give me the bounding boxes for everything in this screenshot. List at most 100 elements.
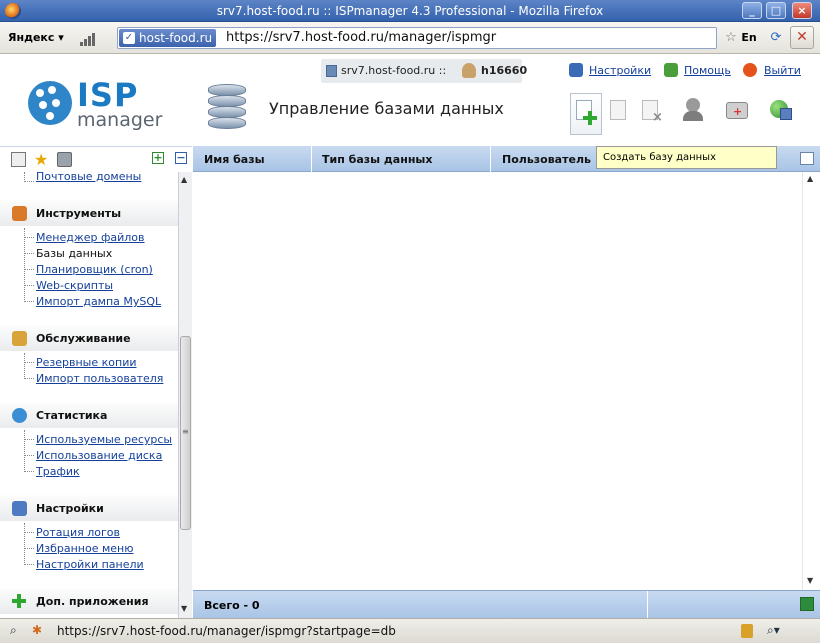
status-url: https://srv7.host-food.ru/manager/ispmgr… bbox=[57, 624, 396, 638]
logout-link[interactable]: Выйти bbox=[764, 64, 801, 77]
edit-button[interactable] bbox=[606, 96, 634, 124]
help-link[interactable]: Помощь bbox=[684, 64, 731, 77]
database-icon bbox=[208, 84, 246, 130]
sidebar-item-traffic[interactable]: Трафик bbox=[36, 465, 80, 478]
sidebar-item-favorites-menu[interactable]: Избранное меню bbox=[36, 542, 133, 555]
sidebar-item-file-manager[interactable]: Менеджер файлов bbox=[36, 231, 145, 244]
sidebar-item-databases[interactable]: Базы данных bbox=[36, 247, 112, 260]
total-count: Всего - 0 bbox=[204, 599, 260, 612]
sidebar-group-extra-apps[interactable]: Доп. приложения bbox=[0, 588, 178, 614]
address-bar[interactable]: ✓ host-food.ru https://srv7.host-food.ru… bbox=[117, 27, 717, 49]
server-name: srv7.host-food.ru :: bbox=[341, 64, 447, 77]
tools-icon bbox=[12, 206, 27, 221]
sidebar-group-label: Настройки bbox=[36, 502, 104, 515]
sidebar-scroll-thumb[interactable]: ≡ bbox=[180, 336, 191, 530]
sidebar-group-label: Инструменты bbox=[36, 207, 122, 220]
close-window-button[interactable]: × bbox=[792, 2, 812, 19]
minimize-button[interactable]: _ bbox=[742, 2, 762, 19]
reload-icon[interactable]: ⟳ bbox=[767, 29, 785, 47]
site-identity-label: host-food.ru bbox=[139, 31, 213, 45]
zoom-icon[interactable]: ⌕▾ bbox=[767, 623, 780, 638]
sidebar-item-log-rotation[interactable]: Ротация логов bbox=[36, 526, 120, 539]
create-database-button[interactable] bbox=[570, 93, 602, 135]
maximize-button[interactable]: □ bbox=[766, 2, 786, 19]
sidebar-item-user-import[interactable]: Импорт пользователя bbox=[36, 372, 163, 385]
user-name: h16660 bbox=[481, 64, 528, 77]
sidebar-group-label: Обслуживание bbox=[36, 332, 131, 345]
sidebar-item-resources[interactable]: Используемые ресурсы bbox=[36, 433, 172, 446]
excel-export-icon[interactable] bbox=[800, 597, 814, 611]
site-identity-button[interactable]: ✓ host-food.ru bbox=[119, 29, 217, 47]
sidebar-group-label: Доп. приложения bbox=[36, 595, 149, 608]
sidebar-group-statistics[interactable]: Статистика bbox=[0, 402, 178, 428]
column-header-user[interactable]: Пользователь bbox=[502, 153, 591, 166]
language-badge[interactable]: En bbox=[740, 29, 758, 47]
sidebar-item-mysql-import[interactable]: Импорт дампа MySQL bbox=[36, 295, 161, 308]
yandex-label: Яндекс bbox=[8, 31, 55, 44]
signal-icon[interactable] bbox=[80, 30, 104, 46]
table-footer: Всего - 0 bbox=[193, 590, 820, 619]
sidebar-item-cron[interactable]: Планировщик (cron) bbox=[36, 263, 153, 276]
sidebar-item-backups[interactable]: Резервные копии bbox=[36, 356, 137, 369]
table-scrollbar[interactable]: ▲ ▼ bbox=[802, 172, 818, 590]
column-header-db-name[interactable]: Имя базы bbox=[204, 153, 265, 166]
briefcase-icon[interactable] bbox=[57, 152, 72, 167]
user-grey-icon bbox=[686, 98, 700, 112]
delete-button[interactable]: × bbox=[638, 96, 666, 125]
sidebar-item-mail-domains[interactable]: Почтовые домены bbox=[36, 172, 141, 183]
user-bar: srv7.host-food.ru :: h16660 bbox=[321, 59, 527, 83]
sidebar-group-tools[interactable]: Инструменты bbox=[0, 200, 178, 226]
table-scroll-up[interactable]: ▲ bbox=[807, 174, 813, 183]
users-button[interactable] bbox=[680, 96, 708, 124]
column-header-db-type[interactable]: Тип базы данных bbox=[322, 153, 432, 166]
statistics-icon bbox=[12, 408, 27, 423]
sidebar-item-disk-usage[interactable]: Использование диска bbox=[36, 449, 162, 462]
columns-config-icon[interactable] bbox=[800, 152, 814, 165]
help-icon bbox=[664, 63, 678, 77]
isp-logo-icon bbox=[28, 81, 72, 125]
search-icon[interactable]: ⌕ bbox=[10, 623, 17, 638]
sidebar: Почтовые домены Инструменты Менеджер фай… bbox=[0, 172, 178, 618]
plus-green-icon bbox=[12, 594, 27, 609]
window-title: srv7.host-food.ru :: ISPmanager 4.3 Prof… bbox=[216, 4, 604, 18]
browser-toolbar: Яндекс ▾ ✓ host-food.ru https://srv7.hos… bbox=[0, 22, 820, 54]
logo-manager-text: manager bbox=[77, 109, 163, 131]
expand-all-icon[interactable]: + bbox=[152, 152, 164, 164]
sidebar-item-panel-settings[interactable]: Настройки панели bbox=[36, 558, 144, 571]
window-titlebar: srv7.host-food.ru :: ISPmanager 4.3 Prof… bbox=[0, 0, 820, 22]
settings-icon bbox=[569, 63, 583, 77]
create-db-tooltip: Создать базу данных bbox=[596, 146, 777, 169]
bookmark-star-icon[interactable]: ☆ bbox=[722, 29, 740, 47]
scroll-down-arrow[interactable]: ▼ bbox=[181, 604, 187, 613]
user-icon bbox=[462, 63, 476, 78]
sidebar-item-web-scripts[interactable]: Web-скрипты bbox=[36, 279, 113, 292]
tree-view-icon[interactable] bbox=[11, 152, 26, 167]
settings-link[interactable]: Настройки bbox=[589, 64, 651, 77]
sidebar-scrollbar[interactable]: ▲ ≡ ▼ bbox=[178, 172, 192, 618]
plus-icon bbox=[583, 111, 597, 125]
sidebar-header: ★ + − bbox=[0, 146, 192, 172]
sidebar-group-settings[interactable]: Настройки bbox=[0, 495, 178, 521]
table-body bbox=[193, 172, 802, 590]
yandex-menu[interactable]: Яндекс ▾ bbox=[8, 31, 64, 44]
collapse-all-icon[interactable]: − bbox=[175, 152, 187, 164]
firebug-icon[interactable]: ✱ bbox=[32, 623, 46, 637]
logout-icon bbox=[743, 63, 757, 77]
browser-statusbar: ⌕ ✱ https://srv7.host-food.ru/manager/is… bbox=[0, 618, 820, 643]
settings-group-icon bbox=[12, 501, 27, 516]
maintenance-icon bbox=[12, 331, 27, 346]
server-icon bbox=[326, 65, 337, 77]
favorites-star-icon[interactable]: ★ bbox=[34, 152, 49, 168]
edit-icon bbox=[610, 100, 626, 120]
backup-button[interactable]: + bbox=[724, 96, 752, 124]
url-text[interactable]: https://srv7.host-food.ru/manager/ispmgr bbox=[226, 30, 496, 45]
sidebar-group-maintenance[interactable]: Обслуживание bbox=[0, 325, 178, 351]
stop-icon[interactable]: ✕ bbox=[790, 26, 814, 49]
scroll-up-arrow[interactable]: ▲ bbox=[181, 175, 187, 184]
phpmyadmin-button[interactable] bbox=[768, 96, 796, 124]
verified-icon: ✓ bbox=[123, 32, 135, 44]
sidebar-group-label: Статистика bbox=[36, 409, 108, 422]
table-scroll-down[interactable]: ▼ bbox=[807, 576, 813, 585]
page-title: Управление базами данных bbox=[269, 99, 504, 118]
lock-icon[interactable] bbox=[741, 624, 753, 638]
